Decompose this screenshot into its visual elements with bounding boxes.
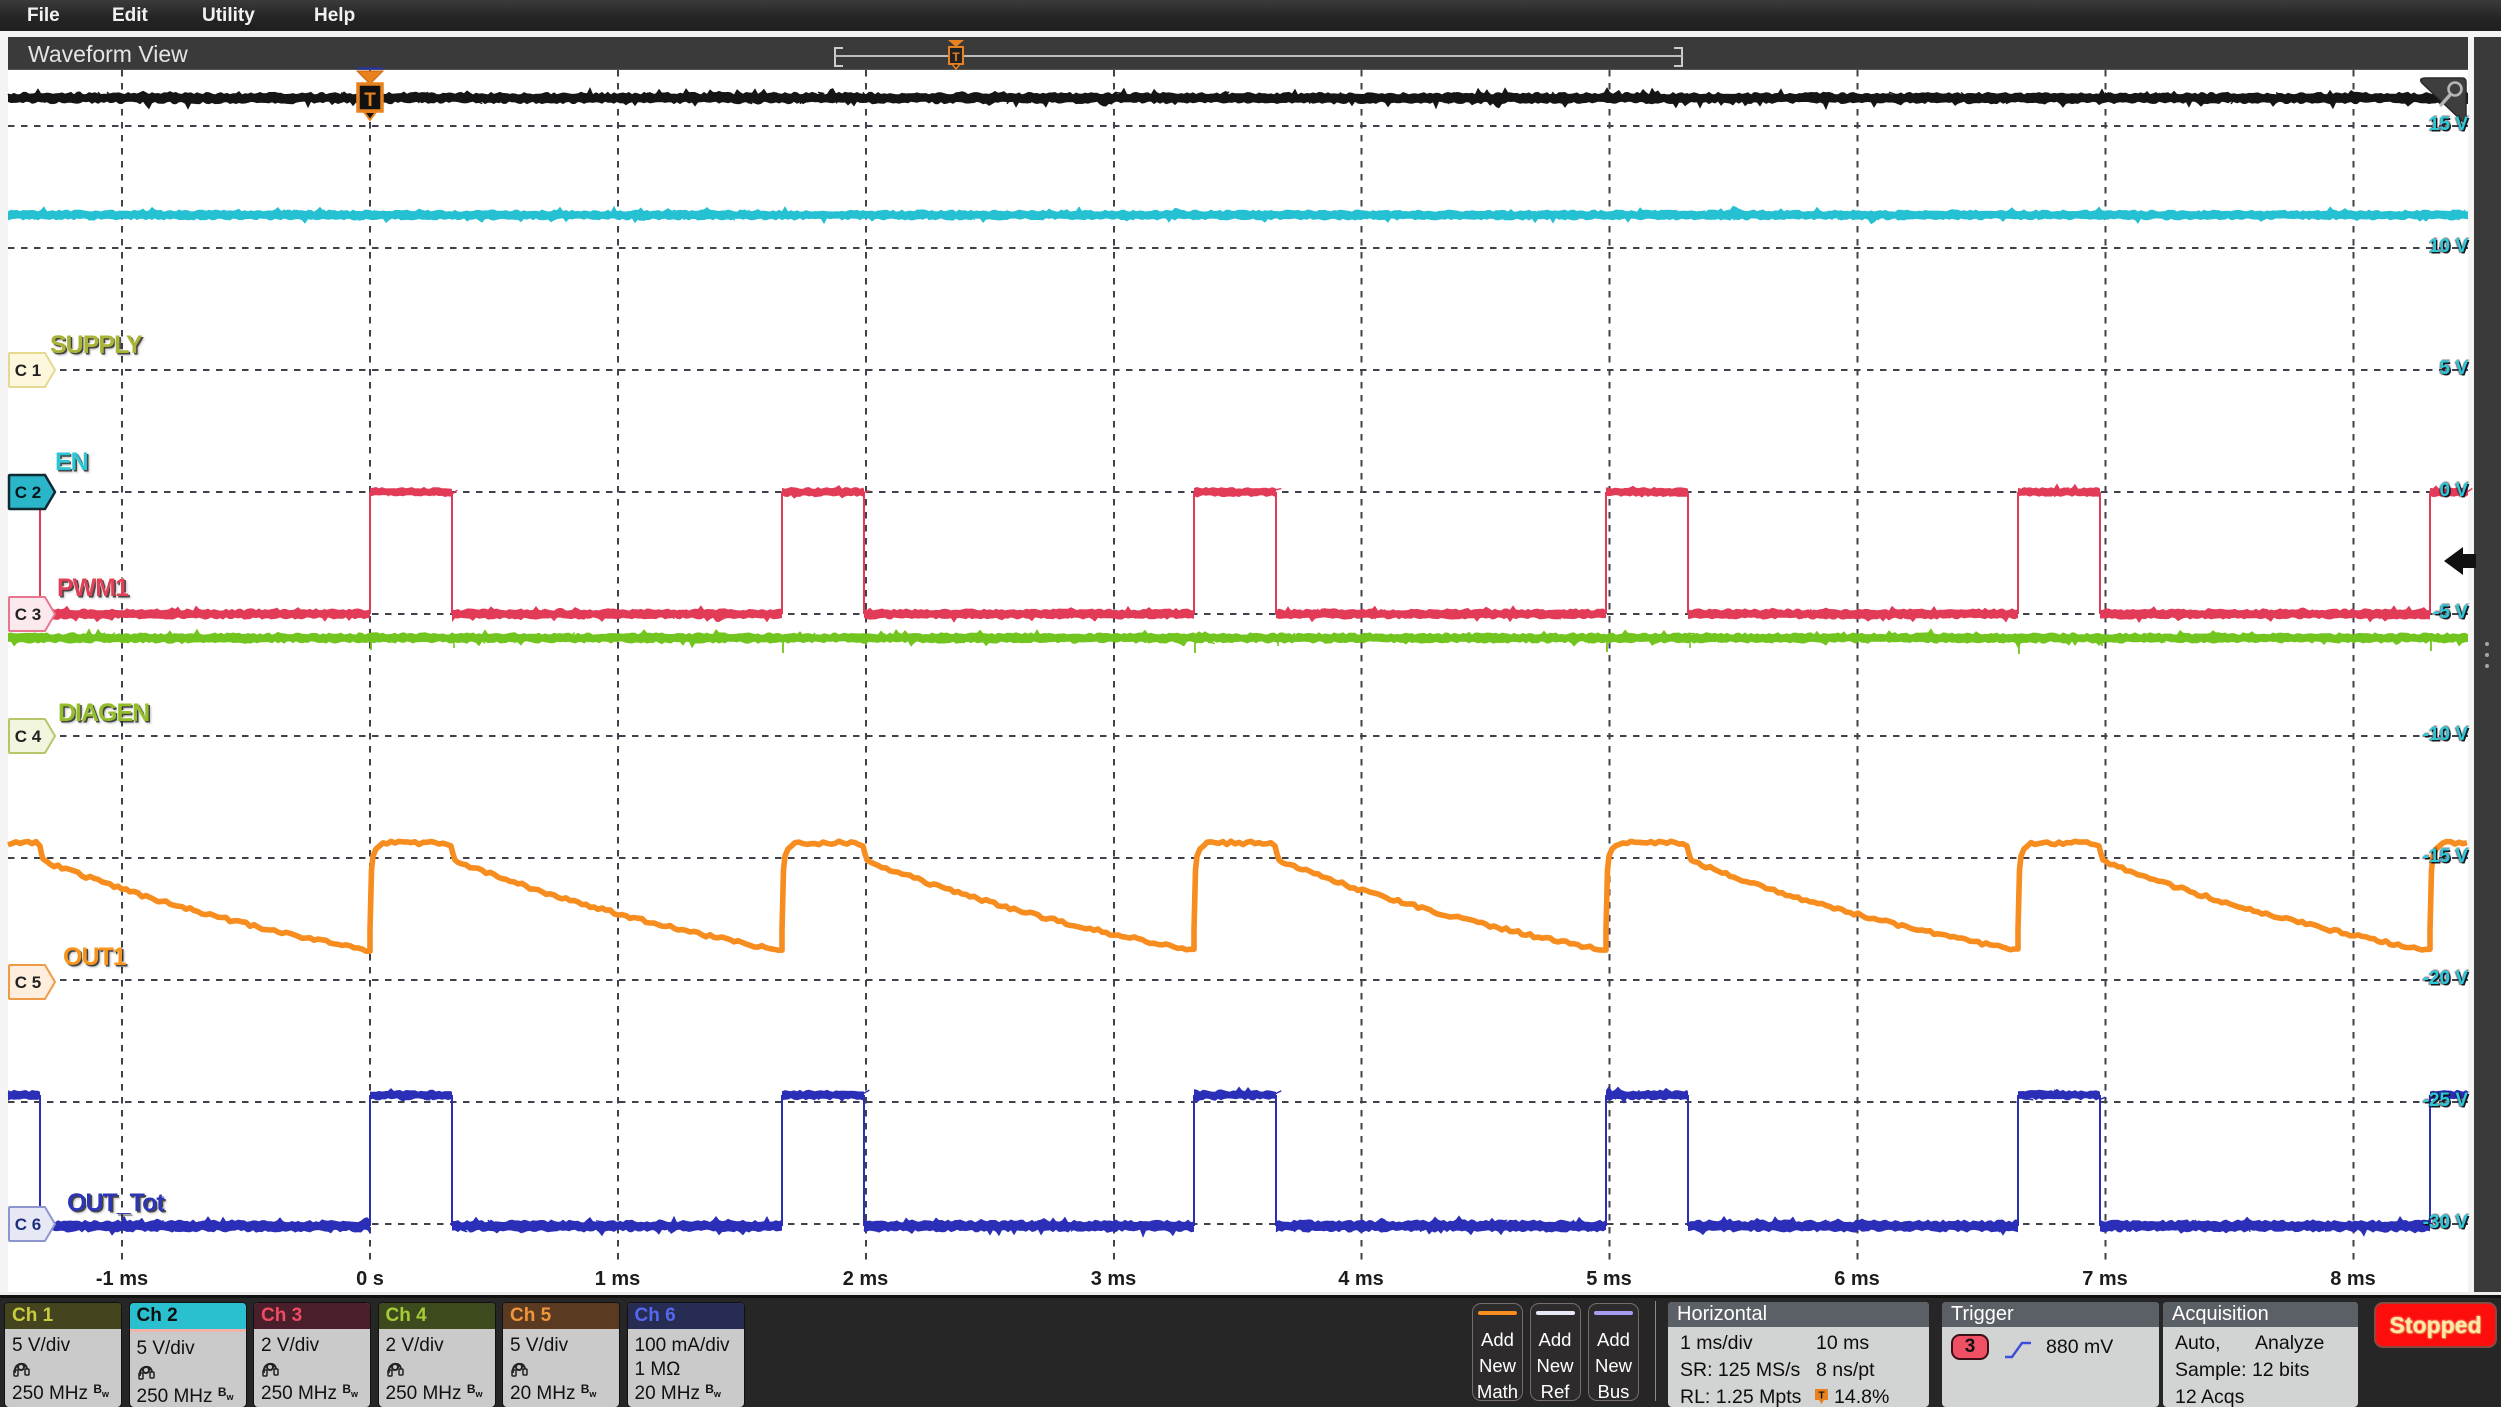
svg-text:C 4: C 4 — [15, 727, 42, 746]
svg-text:T: T — [1818, 1391, 1824, 1402]
svg-text:T: T — [364, 90, 376, 111]
svg-text:C 6: C 6 — [15, 1215, 41, 1234]
svg-text:T: T — [952, 50, 960, 64]
svg-text:C 5: C 5 — [15, 973, 41, 992]
svg-text:C 3: C 3 — [15, 605, 41, 624]
svg-text:C 1: C 1 — [15, 361, 41, 380]
svg-text:C 2: C 2 — [15, 483, 41, 502]
